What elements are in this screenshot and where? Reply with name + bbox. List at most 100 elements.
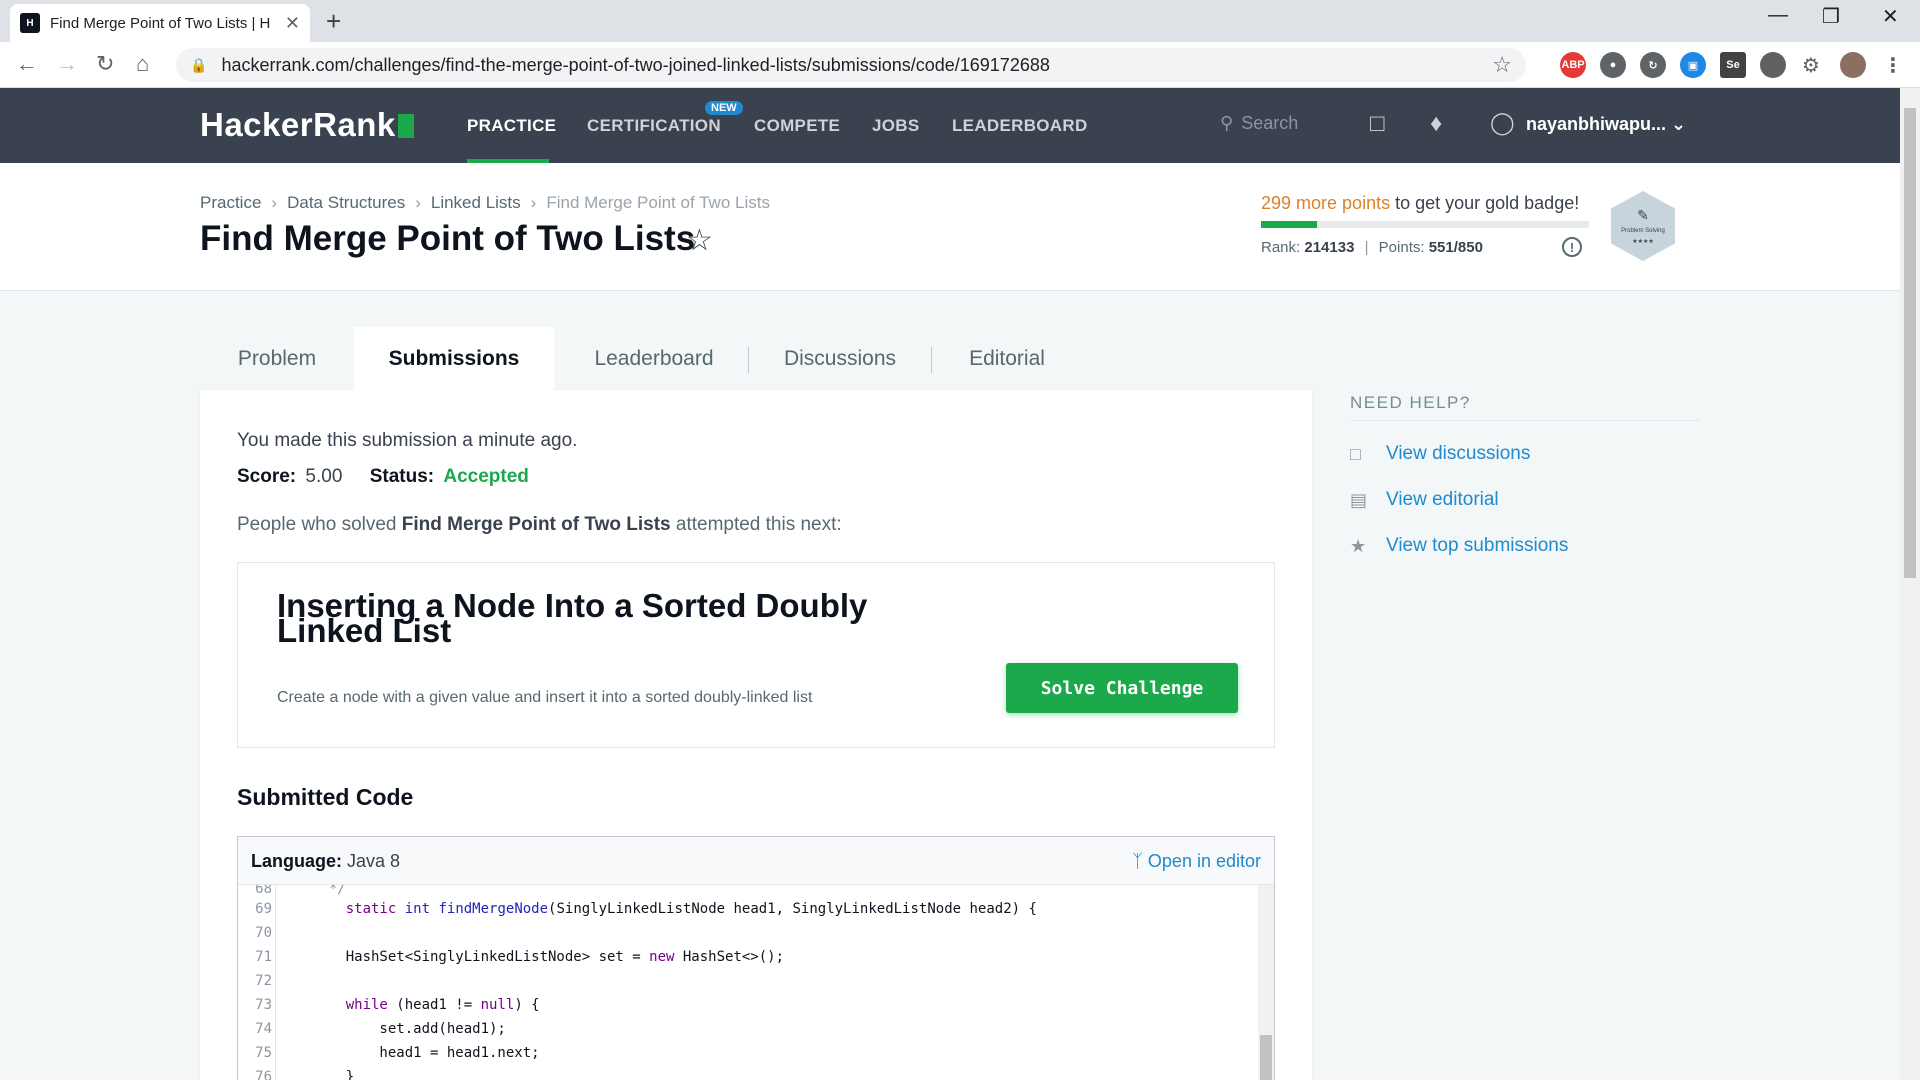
maximize-icon[interactable]: ❐	[1822, 4, 1840, 29]
progress-fill	[1261, 221, 1317, 228]
badge-stars: ★★★★	[1632, 239, 1654, 245]
profile-avatar[interactable]	[1840, 52, 1866, 78]
extension-sync-icon[interactable]: ↻	[1640, 52, 1666, 78]
view-discussions-link[interactable]: □ View discussions	[1350, 443, 1530, 465]
submission-card: You made this submission a minute ago. S…	[200, 390, 1312, 1080]
badge-glyph-icon: ✎	[1637, 207, 1649, 223]
nav-practice[interactable]: PRACTICE	[467, 116, 556, 136]
attempted-next-text: People who solved Find Merge Point of Tw…	[237, 514, 842, 535]
code-line: 75 head1 = head1.next;	[255, 1045, 540, 1061]
badge-label: Problem Solving	[1621, 228, 1665, 234]
code-scroll-thumb[interactable]	[1260, 1035, 1272, 1080]
score-status: Score: 5.00 Status: Accepted	[237, 466, 529, 488]
extension-translate-icon[interactable]: ▣	[1680, 52, 1706, 78]
chevron-right-icon: ›	[415, 193, 421, 212]
recommended-challenge-title[interactable]: Inserting a Node Into a Sorted Doubly Li…	[277, 589, 957, 647]
score-label: Score:	[237, 466, 297, 487]
page-title: Find Merge Point of Two Lists	[200, 219, 696, 258]
tab-discussions[interactable]: Discussions	[752, 327, 928, 391]
tab-divider	[931, 347, 932, 373]
nav-certification[interactable]: CERTIFICATION	[587, 116, 721, 136]
nav-leaderboard[interactable]: LEADERBOARD	[952, 116, 1088, 136]
trophy-icon: ★	[1350, 535, 1367, 556]
tab-leaderboard[interactable]: Leaderboard	[554, 327, 754, 391]
chevron-right-icon: ›	[271, 193, 278, 212]
hackerrank-logo[interactable]: HackerRank	[200, 106, 414, 144]
tab-close-icon[interactable]: ✕	[285, 13, 300, 34]
code-header: Language: Java 8 ᛉ Open in editor	[238, 837, 1274, 885]
browser-menu-icon[interactable]: ⋮	[1880, 52, 1906, 78]
breadcrumb-practice[interactable]: Practice	[200, 193, 261, 213]
bookmark-star-icon[interactable]: ☆	[686, 223, 713, 258]
notifications-bell-icon[interactable]: ♦	[1430, 110, 1442, 138]
address-bar[interactable]: 🔒 hackerrank.com/challenges/find-the-mer…	[176, 48, 1526, 82]
submitted-code-heading: Submitted Code	[237, 784, 414, 810]
tab-editorial[interactable]: Editorial	[935, 327, 1079, 391]
adblock-icon[interactable]: ABP	[1560, 52, 1586, 78]
info-icon[interactable]: !	[1562, 237, 1582, 257]
rank-value: 214133	[1304, 239, 1355, 256]
breadcrumb: Practice › Data Structures › Linked List…	[200, 193, 770, 213]
view-top-submissions-link[interactable]: ★ View top submissions	[1350, 535, 1568, 557]
browser-tab[interactable]: H Find Merge Point of Two Lists | H ✕	[10, 4, 310, 42]
recommended-challenge-description: Create a node with a given value and ins…	[277, 689, 813, 706]
badge-text-rest: to get your gold badge!	[1390, 193, 1580, 213]
view-editorial-link[interactable]: ▤ View editorial	[1350, 489, 1499, 511]
username[interactable]: nayanbhiwapu... ⌄	[1526, 114, 1686, 135]
recommended-challenge-card: Inserting a Node Into a Sorted Doubly Li…	[237, 562, 1275, 748]
lock-icon: 🔒	[190, 56, 208, 73]
nav-jobs[interactable]: JOBS	[872, 116, 920, 136]
new-tab-button[interactable]: +	[326, 6, 341, 37]
points-label: Points:	[1378, 239, 1425, 256]
header-search[interactable]: ⚲ Search	[1220, 113, 1298, 134]
browser-toolbar: ← → ↻ ⌂ 🔒 hackerrank.com/challenges/find…	[0, 42, 1920, 88]
code-line: 70	[255, 925, 272, 941]
back-icon[interactable]: ←	[16, 51, 38, 77]
open-in-editor-link[interactable]: ᛉ Open in editor	[1132, 851, 1261, 872]
problem-solving-badge[interactable]: ✎ Problem Solving ★★★★	[1611, 191, 1675, 261]
user-icon[interactable]: ◯	[1490, 110, 1515, 136]
extension-circle-icon[interactable]	[1760, 52, 1786, 78]
page-scrollbar[interactable]	[1900, 88, 1920, 1080]
language-value: Java 8	[347, 851, 401, 871]
forward-icon[interactable]: →	[56, 51, 78, 77]
tab-divider	[748, 347, 749, 373]
breadcrumb-current: Find Merge Point of Two Lists	[546, 193, 770, 212]
browser-tabbar: H Find Merge Point of Two Lists | H ✕ + …	[0, 0, 1920, 42]
discussions-icon: □	[1350, 443, 1361, 464]
rank-points: Rank: 214133 | Points: 551/850	[1261, 239, 1483, 256]
messages-icon[interactable]: □	[1370, 110, 1385, 138]
need-help-heading: NEED HELP?	[1350, 393, 1471, 412]
page-scroll-thumb[interactable]	[1904, 108, 1916, 578]
minimize-icon[interactable]: —	[1768, 4, 1788, 27]
extensions-puzzle-icon[interactable]: ⚙	[1798, 52, 1824, 78]
divider	[1350, 420, 1700, 421]
status-label: Status:	[369, 466, 435, 487]
nav-compete[interactable]: COMPETE	[754, 116, 840, 136]
score-value: 5.00	[305, 466, 343, 487]
bookmark-star-icon[interactable]: ☆	[1492, 52, 1512, 78]
branch-icon: ᛉ	[1132, 851, 1143, 871]
challenge-title-section: Practice › Data Structures › Linked List…	[0, 163, 1900, 291]
tab-title: Find Merge Point of Two Lists | H	[50, 14, 271, 32]
submission-time: You made this submission a minute ago.	[237, 430, 578, 451]
tab-submissions[interactable]: Submissions	[354, 327, 554, 391]
code-scrollbar[interactable]	[1258, 885, 1274, 1080]
home-icon[interactable]: ⌂	[136, 51, 149, 77]
tab-problem[interactable]: Problem	[200, 327, 354, 391]
reload-icon[interactable]: ↻	[96, 51, 114, 77]
url-text[interactable]: hackerrank.com/challenges/find-the-merge…	[221, 55, 1049, 76]
code-body[interactable]: 68 */ 69 static int findMergeNode(Singly…	[238, 885, 1274, 1080]
selenium-icon[interactable]: Se	[1720, 52, 1746, 78]
code-viewer: Language: Java 8 ᛉ Open in editor 68 */ …	[237, 836, 1275, 1080]
extension-bulb-icon[interactable]: ●	[1600, 52, 1626, 78]
breadcrumb-data-structures[interactable]: Data Structures	[287, 193, 405, 213]
solve-challenge-button[interactable]: Solve Challenge	[1006, 663, 1238, 713]
window-close-icon[interactable]: ✕	[1882, 4, 1899, 29]
status-badge: Accepted	[443, 466, 529, 487]
search-icon: ⚲	[1220, 113, 1234, 133]
code-line: 74 set.add(head1);	[255, 1021, 506, 1037]
badge-progress-text: 299 more points to get your gold badge!	[1261, 193, 1579, 214]
search-placeholder: Search	[1241, 113, 1299, 133]
breadcrumb-linked-lists[interactable]: Linked Lists	[431, 193, 521, 213]
